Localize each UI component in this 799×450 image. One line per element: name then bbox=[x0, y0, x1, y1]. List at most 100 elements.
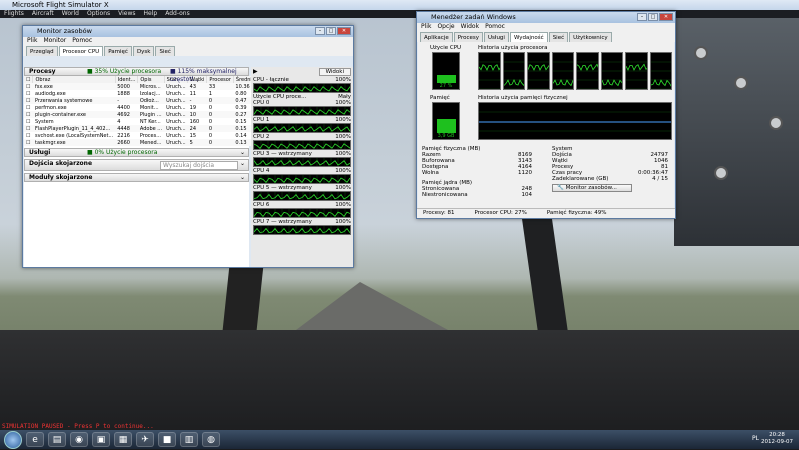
language-indicator[interactable]: PL bbox=[752, 435, 759, 442]
tab-uzytkownicy[interactable]: Użytkownicy bbox=[569, 32, 612, 42]
close-button[interactable]: ✕ bbox=[337, 27, 351, 35]
section-uslugi[interactable]: Usługi ■ 0% Użycie procesora ⌄ bbox=[24, 148, 249, 157]
search-handles-input[interactable]: Wyszukaj dojścia bbox=[160, 161, 238, 170]
tab-siec[interactable]: Sieć bbox=[548, 32, 569, 42]
tab-uslugi[interactable]: Usługi bbox=[483, 32, 509, 42]
row-checkbox[interactable]: ☐ bbox=[24, 111, 33, 118]
clock[interactable]: 20:28 2012-09-07 bbox=[761, 432, 793, 446]
table-cell: 10 bbox=[189, 111, 197, 118]
process-table: ☐ Obraz Ident... Opis Stan Wątki Proceso… bbox=[24, 76, 260, 146]
col-ident[interactable]: Ident... bbox=[115, 76, 139, 83]
maximize-button[interactable]: □ bbox=[648, 13, 658, 21]
tab-procesy[interactable]: Procesy bbox=[453, 32, 483, 42]
row-checkbox[interactable]: ☐ bbox=[24, 90, 33, 97]
expand-icon[interactable]: ⌄ bbox=[240, 174, 245, 182]
fsx-menubar: Flights Aircraft World Options Views Hel… bbox=[0, 10, 799, 18]
cpu-graphs: CPU - łącznie 100% Użycie CPU proce... Mały… bbox=[251, 77, 353, 235]
status-cpu: Procesor CPU: 27% bbox=[474, 210, 527, 216]
section-procesy[interactable]: Procesy ■ 35% Użycie procesora ■ 115% ma… bbox=[24, 67, 249, 83]
table-row[interactable]: ☐ perfmon.exe 4400 Monit... Uruch... 19 0 0.39 bbox=[24, 104, 260, 111]
explorer-icon[interactable]: ▤ bbox=[48, 432, 66, 447]
minimize-button[interactable]: – bbox=[637, 13, 647, 21]
start-button[interactable] bbox=[4, 430, 22, 449]
fsx-icon[interactable]: ✈ bbox=[136, 432, 154, 447]
app-icon[interactable]: ▣ bbox=[92, 432, 110, 447]
stat-row: Niestronicowana 104 bbox=[422, 192, 532, 198]
close-button[interactable]: ✕ bbox=[659, 13, 673, 21]
menu-monitor[interactable]: Monitor bbox=[43, 37, 66, 45]
section-moduly[interactable]: Moduły skojarzone ⌄ bbox=[24, 173, 249, 182]
resmon-titlebar: Monitor zasobów – □ ✕ bbox=[23, 26, 353, 37]
table-cell: Uruch... bbox=[166, 104, 186, 111]
table-row[interactable]: ☐ audiodg.exe 1888 Izolacj... Uruch... 11 1 0.8… bbox=[24, 90, 260, 97]
row-checkbox[interactable]: ☐ bbox=[24, 97, 33, 104]
memory-label: Pamięć bbox=[430, 95, 450, 101]
menu-opcje[interactable]: Opcje bbox=[437, 23, 454, 31]
menu-widok[interactable]: Widok bbox=[461, 23, 479, 31]
resmon-icon[interactable]: ◍ bbox=[202, 432, 220, 447]
table-row[interactable]: ☐ Przerwania systemowe - Odłoż... Uruch... -0… bbox=[24, 97, 260, 104]
table-row[interactable]: ☐ FlashPlayerPlugin_11_4_402... 4448 Adobe … bbox=[24, 125, 260, 132]
table-cell: 4448 bbox=[117, 125, 130, 132]
menu-world[interactable]: World bbox=[62, 10, 79, 18]
ie-icon[interactable]: e bbox=[26, 432, 44, 447]
minimize-button[interactable]: – bbox=[315, 27, 325, 35]
collapse-pane-icon[interactable]: ▶ bbox=[253, 68, 258, 76]
table-row[interactable]: ☐ svchost.exe (LocalSystemNet... 2216 Proce… bbox=[24, 132, 260, 139]
cpu-history-graphs bbox=[478, 52, 672, 90]
tab-przeglad[interactable]: Przegląd bbox=[26, 46, 58, 56]
tab-wydajnosc[interactable]: Wydajność bbox=[509, 32, 548, 42]
cpu-graph bbox=[253, 123, 351, 133]
knob bbox=[734, 76, 748, 90]
menu-options[interactable]: Options bbox=[87, 10, 110, 18]
col-opis[interactable]: Opis bbox=[137, 76, 165, 83]
status-bar: Procesy: 81 Procesor CPU: 27% Pamięć fiz… bbox=[417, 208, 675, 218]
table-row[interactable]: ☐ taskmgr.exe 2660 Mened... Uruch... 5 0 0.13 bbox=[24, 139, 260, 146]
menu-pomoc[interactable]: Pomoc bbox=[485, 23, 505, 31]
tab-aplikacje[interactable]: Aplikacje bbox=[420, 32, 453, 42]
menu-addons[interactable]: Add-ons bbox=[165, 10, 190, 18]
menu-aircraft[interactable]: Aircraft bbox=[32, 10, 54, 18]
checkbox-col[interactable]: ☐ bbox=[24, 76, 34, 83]
section-dojscia[interactable]: Dojścia skojarzone Wyszukaj dojścia ⌄ bbox=[24, 159, 249, 171]
table-cell: fsx.exe bbox=[34, 83, 53, 90]
table-row[interactable]: ☐ System 4 NT Ker... Uruch... 160 0 0.15 bbox=[24, 118, 260, 125]
col-obraz[interactable]: Obraz bbox=[32, 76, 116, 83]
tab-siec[interactable]: Sieć bbox=[155, 46, 175, 56]
tab-pamiec[interactable]: Pamięć bbox=[104, 46, 132, 56]
cpu-graph-block: CPU 5 — wstrzymany 100% bbox=[251, 185, 353, 201]
tab-procesor[interactable]: Procesor CPU bbox=[58, 46, 104, 56]
row-checkbox[interactable]: ☐ bbox=[24, 139, 33, 146]
table-cell: 2660 bbox=[117, 139, 130, 146]
firefox-icon[interactable]: ◉ bbox=[70, 432, 88, 447]
table-cell: 2216 bbox=[117, 132, 130, 139]
row-checkbox[interactable]: ☐ bbox=[24, 125, 33, 132]
row-checkbox[interactable]: ☐ bbox=[24, 132, 33, 139]
row-checkbox[interactable]: ☐ bbox=[24, 83, 33, 90]
menu-pomoc[interactable]: Pomoc bbox=[72, 37, 92, 45]
menu-plik[interactable]: Plik bbox=[421, 23, 431, 31]
cpu-graph-block: CPU - łącznie 100% bbox=[251, 77, 353, 93]
menu-help[interactable]: Help bbox=[144, 10, 158, 18]
taskmgr-icon[interactable]: ▥ bbox=[180, 432, 198, 447]
maximize-button[interactable]: □ bbox=[326, 27, 336, 35]
app-icon[interactable]: ▦ bbox=[114, 432, 132, 447]
table-row[interactable]: ☐ fsx.exe 5000 Micros... Uruch... 43 33 10.36 bbox=[24, 83, 260, 90]
table-cell: - bbox=[117, 97, 120, 104]
table-row[interactable]: ☐ plugin-container.exe 4692 Plugin ... Uruch… bbox=[24, 111, 260, 118]
menu-plik[interactable]: Plik bbox=[27, 37, 37, 45]
resource-monitor-button[interactable]: 🔧 Monitor zasobów... bbox=[552, 184, 632, 192]
row-checkbox[interactable]: ☐ bbox=[24, 104, 33, 111]
resource-monitor-window: Monitor zasobów – □ ✕ Plik Monitor Pomoc P… bbox=[22, 25, 354, 268]
menu-views[interactable]: Views bbox=[118, 10, 135, 18]
taskmgr-title: Menedżer zadań Windows bbox=[431, 13, 516, 21]
tab-dysk[interactable]: Dysk bbox=[132, 46, 155, 56]
app-icon[interactable]: ■ bbox=[158, 432, 176, 447]
expand-icon[interactable]: ⌄ bbox=[240, 160, 245, 168]
expand-icon[interactable]: ⌄ bbox=[240, 149, 245, 157]
freq-text: 115% maksymalnej częstotl... bbox=[170, 68, 237, 83]
views-button[interactable]: Widoki bbox=[318, 68, 351, 76]
taskbar: e ▤ ◉ ▣ ▦ ✈ ■ ▥ ◍ PL 20:28 2012-09-07 bbox=[0, 430, 799, 449]
row-checkbox[interactable]: ☐ bbox=[24, 118, 33, 125]
menu-flights[interactable]: Flights bbox=[4, 10, 24, 18]
